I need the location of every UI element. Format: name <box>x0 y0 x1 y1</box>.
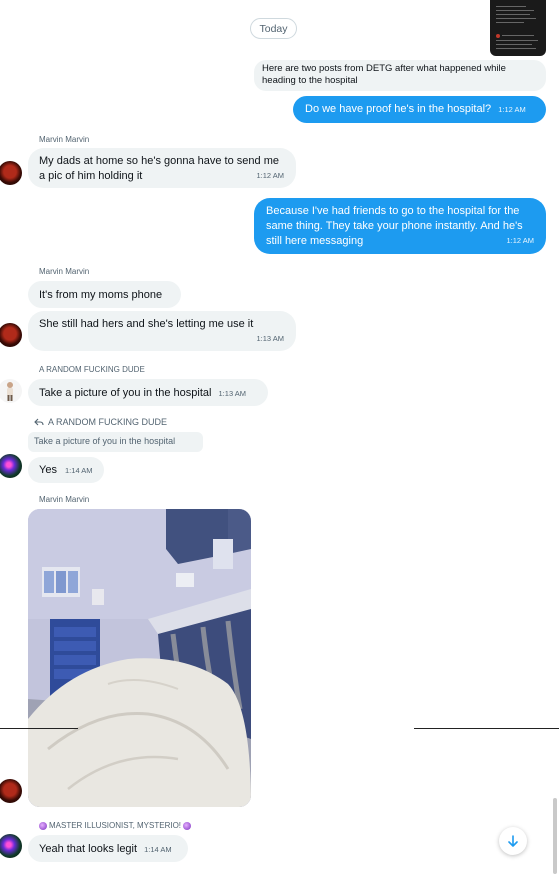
sender-name: Marvin Marvin <box>39 135 90 144</box>
sender-name-text: MASTER ILLUSIONIST, MYSTERIO! <box>49 821 182 830</box>
message-text: Because I've had friends to go to the ho… <box>266 205 523 247</box>
avatar-marvin[interactable] <box>0 161 22 185</box>
message-outgoing-text[interactable]: Here are two posts from DETG after what … <box>254 60 546 91</box>
hospital-photo[interactable] <box>28 509 251 807</box>
crystal-ball-icon <box>183 821 192 830</box>
scroll-to-bottom-button[interactable] <box>499 827 527 855</box>
avatar-mysterio[interactable] <box>0 454 22 478</box>
sender-name: Marvin Marvin <box>39 495 90 504</box>
avatar-mysterio[interactable] <box>0 834 22 858</box>
message-timestamp: 1:12 AM <box>498 105 526 114</box>
divider-line <box>414 728 559 729</box>
message-text: Take a picture of you in the hospital <box>39 387 212 399</box>
message-incoming[interactable]: It's from my moms phone <box>28 281 181 308</box>
message-timestamp: 1:12 AM <box>506 236 534 245</box>
message-incoming[interactable]: My dads at home so he's gonna have to se… <box>28 148 296 188</box>
reply-header: A RANDOM FUCKING DUDE <box>34 417 167 427</box>
divider-line <box>0 728 78 729</box>
message-timestamp: 1:13 AM <box>218 389 247 398</box>
message-text: It's from my moms phone <box>39 289 163 301</box>
message-incoming[interactable]: Take a picture of you in the hospital 1:… <box>28 379 268 406</box>
message-timestamp: 1:13 AM <box>256 334 284 343</box>
sender-name: Marvin Marvin <box>39 267 90 276</box>
message-incoming[interactable]: She still had hers and she's letting me … <box>28 311 296 351</box>
message-incoming[interactable]: Yes 1:14 AM <box>28 457 104 483</box>
message-text: Do we have proof he's in the hospital? <box>305 103 492 115</box>
quoted-text: Take a picture of you in the hospital <box>34 436 176 446</box>
previous-attachment-thumbnail[interactable] <box>490 0 546 56</box>
arrow-down-icon <box>508 835 518 847</box>
reply-arrow-icon <box>34 418 44 426</box>
scrollbar-thumb[interactable] <box>553 798 557 874</box>
sender-name: MASTER ILLUSIONIST, MYSTERIO! <box>39 821 192 830</box>
message-incoming[interactable]: Yeah that looks legit 1:14 AM <box>28 835 188 862</box>
avatar-marvin[interactable] <box>0 779 22 803</box>
message-text: Yeah that looks legit <box>39 843 138 855</box>
message-timestamp: 1:12 AM <box>256 171 284 180</box>
quoted-message[interactable]: Take a picture of you in the hospital <box>28 432 203 452</box>
message-timestamp: 1:14 AM <box>144 845 172 854</box>
message-timestamp: 1:14 AM <box>65 466 93 475</box>
crystal-ball-icon <box>39 821 47 830</box>
avatar-marvin[interactable] <box>0 323 22 347</box>
sender-name: A RANDOM FUCKING DUDE <box>39 365 145 374</box>
message-text: She still had hers and she's letting me … <box>39 318 254 330</box>
message-text: Here are two posts from DETG after what … <box>262 63 506 86</box>
message-outgoing[interactable]: Because I've had friends to go to the ho… <box>254 198 546 254</box>
message-outgoing[interactable]: Do we have proof he's in the hospital? 1… <box>293 96 546 123</box>
reply-to-name: A RANDOM FUCKING DUDE <box>48 417 168 427</box>
message-text: Yes <box>39 464 57 476</box>
date-divider: Today <box>250 18 297 39</box>
message-text: My dads at home so he's gonna have to se… <box>39 155 279 182</box>
avatar-random-dude[interactable] <box>0 379 22 403</box>
